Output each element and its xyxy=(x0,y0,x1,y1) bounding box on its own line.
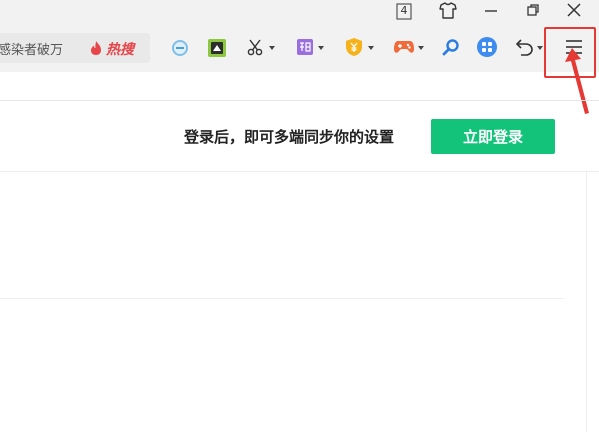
minus-circle-icon xyxy=(172,40,188,56)
skin-button[interactable] xyxy=(437,0,459,20)
close-icon xyxy=(567,3,581,17)
toolbar-divider xyxy=(0,100,599,101)
login-button[interactable]: 立即登录 xyxy=(431,119,555,154)
minimize-button[interactable] xyxy=(480,0,502,20)
search-icon xyxy=(442,39,459,56)
title-bar xyxy=(0,0,599,22)
hot-search-query[interactable]: 感染者破万 xyxy=(0,39,63,58)
sync-message: 登录后，即可多端同步你的设置 xyxy=(184,128,395,146)
content-divider xyxy=(0,298,564,299)
shield-coin-icon xyxy=(346,38,362,56)
translate-dropdown-caret[interactable] xyxy=(318,46,324,50)
shield-coin-dropdown-caret[interactable] xyxy=(368,46,374,50)
screenshot-button[interactable] xyxy=(206,37,227,58)
sync-banner-divider xyxy=(0,171,599,172)
translate-icon xyxy=(297,39,313,55)
shield-coin-button[interactable] xyxy=(344,36,364,58)
scissors-dropdown-caret[interactable] xyxy=(269,46,275,50)
apps-button[interactable] xyxy=(476,36,498,58)
scissors-button[interactable] xyxy=(246,37,266,57)
tab-count-button[interactable]: 4 xyxy=(395,1,413,21)
search-button[interactable] xyxy=(441,37,461,57)
restore-icon xyxy=(527,4,539,16)
undo-dropdown-caret[interactable] xyxy=(537,46,543,50)
gamepad-icon xyxy=(394,41,414,53)
annotation-arrow-icon xyxy=(565,48,589,114)
scissors-icon xyxy=(247,39,263,56)
undo-icon xyxy=(515,39,533,56)
tab-count: 4 xyxy=(400,4,408,17)
close-button[interactable] xyxy=(563,0,585,20)
gamepad-button[interactable] xyxy=(393,37,415,57)
restore-button[interactable] xyxy=(522,0,544,20)
screenshot-icon xyxy=(207,38,226,57)
gamepad-dropdown-caret[interactable] xyxy=(418,46,424,50)
scrollbar[interactable] xyxy=(586,172,599,432)
minimize-icon xyxy=(485,10,497,12)
minus-circle-button[interactable] xyxy=(170,38,190,58)
translate-button[interactable] xyxy=(295,37,315,57)
hot-search-label[interactable]: 热搜 xyxy=(106,39,134,59)
undo-button[interactable] xyxy=(513,37,535,57)
skin-icon xyxy=(439,1,457,19)
apps-icon xyxy=(477,37,497,57)
hot-search-box[interactable]: 感染者破万 热搜 xyxy=(0,33,150,63)
flame-icon xyxy=(91,41,101,55)
